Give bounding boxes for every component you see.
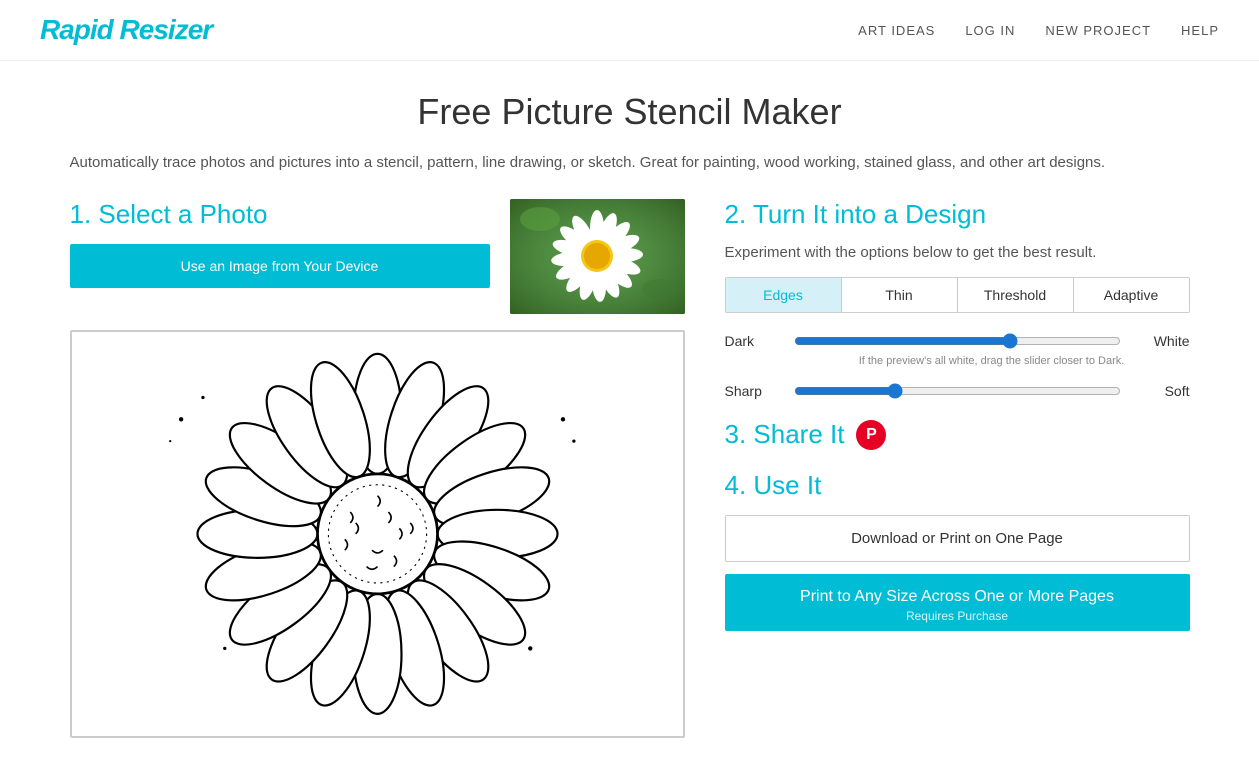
dark-white-slider[interactable]	[794, 333, 1121, 349]
right-column: 2. Turn It into a Design Experiment with…	[725, 199, 1190, 631]
sharp-label: Sharp	[725, 383, 780, 399]
slider-hint: If the preview's all white, drag the sli…	[794, 355, 1190, 367]
sharp-soft-slider[interactable]	[794, 383, 1121, 399]
pinterest-icon-label: P	[866, 426, 877, 444]
print-btn-label: Print to Any Size Across One or More Pag…	[800, 588, 1114, 605]
step2-description: Experiment with the options below to get…	[725, 244, 1190, 261]
stencil-svg	[72, 332, 683, 736]
white-label: White	[1135, 333, 1190, 349]
page-subtitle: Automatically trace photos and pictures …	[70, 151, 1190, 175]
upload-button[interactable]: Use an Image from Your Device	[70, 244, 490, 288]
thumbnail-svg	[510, 199, 685, 314]
select-photo-left: 1. Select a Photo Use an Image from Your…	[70, 199, 490, 288]
nav-art-ideas[interactable]: ART IDEAS	[858, 23, 935, 38]
nav-help[interactable]: HELP	[1181, 23, 1219, 38]
navbar: Rapid Resizer ART IDEAS LOG IN NEW PROJE…	[0, 0, 1259, 61]
download-print-button[interactable]: Download or Print on One Page	[725, 515, 1190, 562]
main-content: Free Picture Stencil Maker Automatically…	[30, 61, 1230, 768]
print-multipage-button[interactable]: Print to Any Size Across One or More Pag…	[725, 574, 1190, 631]
dark-label: Dark	[725, 333, 780, 349]
step1-heading: 1. Select a Photo	[70, 199, 490, 230]
dark-white-slider-row: Dark White	[725, 333, 1190, 349]
select-photo-header: 1. Select a Photo Use an Image from Your…	[70, 199, 685, 314]
left-column: 1. Select a Photo Use an Image from Your…	[70, 199, 685, 738]
step3-heading: 3. Share It	[725, 419, 845, 450]
print-btn-sub: Requires Purchase	[739, 609, 1176, 623]
logo[interactable]: Rapid Resizer	[40, 14, 212, 46]
design-tabs: Edges Thin Threshold Adaptive	[725, 277, 1190, 313]
soft-label: Soft	[1135, 383, 1190, 399]
stencil-preview-box	[70, 330, 685, 738]
tab-threshold[interactable]: Threshold	[958, 278, 1074, 312]
nav-new-project[interactable]: NEW PROJECT	[1045, 23, 1151, 38]
page-title: Free Picture Stencil Maker	[70, 91, 1190, 133]
use-it-section: 4. Use It Download or Print on One Page …	[725, 470, 1190, 631]
nav-login[interactable]: LOG IN	[965, 23, 1015, 38]
tab-edges[interactable]: Edges	[726, 278, 842, 312]
step4-heading: 4. Use It	[725, 470, 1190, 501]
sharp-soft-slider-row: Sharp Soft	[725, 383, 1190, 399]
tab-thin[interactable]: Thin	[842, 278, 958, 312]
two-column-layout: 1. Select a Photo Use an Image from Your…	[70, 199, 1190, 738]
step2-heading: 2. Turn It into a Design	[725, 199, 1190, 230]
tab-adaptive[interactable]: Adaptive	[1074, 278, 1189, 312]
share-section: 3. Share It P	[725, 419, 1190, 450]
photo-thumbnail	[510, 199, 685, 314]
pinterest-button[interactable]: P	[856, 420, 886, 450]
nav-links: ART IDEAS LOG IN NEW PROJECT HELP	[858, 23, 1219, 38]
